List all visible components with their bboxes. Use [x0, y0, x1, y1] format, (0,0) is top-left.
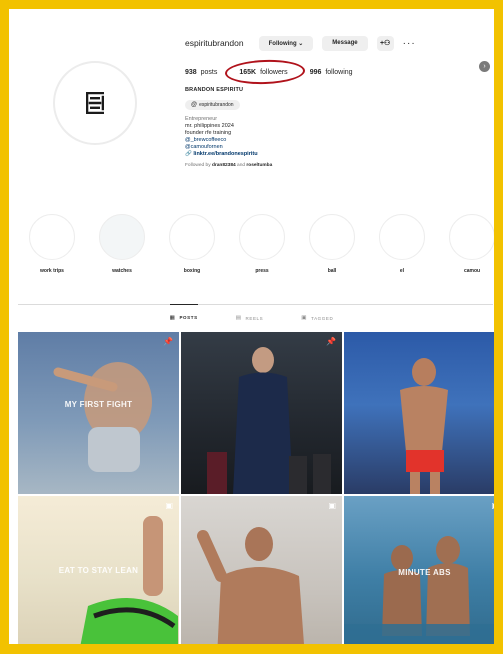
- highlight-label: el: [399, 268, 405, 274]
- pin-icon: 📌: [163, 337, 173, 346]
- highlight-item[interactable]: ball: [309, 214, 355, 284]
- highlight-label: camou: [463, 268, 481, 274]
- post-image: [207, 347, 331, 494]
- profile-info: espiritubrandon Following ⌄ Message +⚇ ·…: [185, 33, 494, 168]
- tab-posts[interactable]: ▦ POSTS: [169, 304, 198, 330]
- highlight-cover: [29, 214, 75, 260]
- following-button[interactable]: Following ⌄: [258, 35, 314, 51]
- tab-reels[interactable]: ▤ REELS: [236, 305, 264, 331]
- highlight-item[interactable]: boxing: [169, 214, 215, 284]
- profile-tabs: ▦ POSTS ▤ REELS ▣ TAGGED: [9, 304, 494, 331]
- post-overlay-text: MY FIRST FIGHT: [64, 400, 133, 409]
- post-image: [197, 527, 304, 644]
- message-button[interactable]: Message: [322, 35, 368, 51]
- bio: Entrepreneur mr. philippines 2024 founde…: [185, 116, 494, 158]
- bio-mention[interactable]: @camoufornen: [185, 144, 494, 151]
- brand-logo-icon: [86, 92, 104, 114]
- post-tile[interactable]: MY FIRST FIGHT 📌: [18, 332, 179, 494]
- reels-icon: ▤: [235, 315, 242, 321]
- add-user-icon[interactable]: +⚇: [376, 35, 394, 51]
- story-highlights: work trips watches boxing press ball el …: [29, 214, 494, 284]
- avatar[interactable]: [53, 61, 137, 145]
- tagged-icon: ▣: [301, 315, 308, 321]
- highlight-cover: [99, 214, 145, 260]
- followed-by[interactable]: Followed by dran82384 and roseltumba: [185, 163, 494, 168]
- highlight-label: press: [255, 268, 269, 274]
- highlight-cover: [379, 214, 425, 260]
- highlight-item[interactable]: camou: [449, 214, 494, 284]
- post-tile[interactable]: [344, 332, 494, 494]
- post-tile[interactable]: 📌: [181, 332, 342, 494]
- bio-mention[interactable]: @_brewcoffeeco: [185, 137, 494, 144]
- post-image: [53, 362, 152, 472]
- video-icon: ▣: [328, 501, 336, 510]
- more-options-icon[interactable]: ···: [403, 38, 416, 49]
- screenshot-frame: espiritubrandon Following ⌄ Message +⚇ ·…: [0, 0, 503, 654]
- pin-icon: 📌: [326, 337, 336, 346]
- highlight-label: work trips: [40, 268, 64, 274]
- following-stat[interactable]: 996 following: [310, 69, 353, 76]
- bio-line: founder rfe training: [185, 130, 232, 136]
- video-icon: ▣: [491, 501, 499, 510]
- post-overlay-text: EAT TO STAY LEAN: [58, 566, 139, 575]
- highlight-item[interactable]: press: [239, 214, 285, 284]
- highlight-cover: [169, 214, 215, 260]
- highlight-label: ball: [327, 268, 337, 274]
- highlight-item[interactable]: el: [379, 214, 425, 284]
- post-tile[interactable]: MINUTE ABS ▣: [344, 496, 499, 644]
- post-tile[interactable]: ▣: [181, 496, 342, 644]
- bio-line: mr. philippines 2024: [185, 123, 234, 129]
- highlight-cover: [239, 214, 285, 260]
- full-name: BRANDON ESPIRITU: [185, 87, 244, 93]
- highlight-label: watches: [112, 268, 132, 274]
- threads-badge[interactable]: @ espiritubrandon: [185, 100, 240, 110]
- grid-icon: ▦: [169, 314, 176, 321]
- post-tile[interactable]: EAT TO STAY LEAN ▣: [18, 496, 179, 644]
- highlight-item[interactable]: work trips: [29, 214, 75, 284]
- post-image: [80, 516, 178, 644]
- post-image: [400, 358, 448, 494]
- posts-stat: 938 posts: [185, 68, 218, 76]
- profile-header: espiritubrandon Following ⌄ Message +⚇ ·…: [9, 9, 494, 209]
- bio-link[interactable]: 🔗 linktr.ee/brandonespiritu: [185, 151, 494, 158]
- bio-category: Entrepreneur: [185, 116, 218, 122]
- tab-tagged[interactable]: ▣ TAGGED: [301, 305, 333, 331]
- chevron-right-icon[interactable]: ›: [479, 61, 490, 72]
- posts-grid: MY FIRST FIGHT 📌 📌 EAT TO STAY LEAN ▣ ▣ …: [18, 332, 499, 644]
- video-icon: ▣: [165, 501, 173, 510]
- followers-stat[interactable]: 165K followers: [224, 58, 306, 85]
- highlight-item[interactable]: watches: [99, 214, 145, 284]
- highlight-cover: [309, 214, 355, 260]
- username: espiritubrandon: [185, 38, 244, 48]
- highlight-cover: [449, 214, 494, 260]
- threads-icon: @: [191, 102, 198, 108]
- post-overlay-text: MINUTE ABS: [398, 568, 451, 577]
- highlight-label: boxing: [183, 268, 201, 274]
- profile-stats: 938 posts 165K followers 996 following: [185, 58, 494, 85]
